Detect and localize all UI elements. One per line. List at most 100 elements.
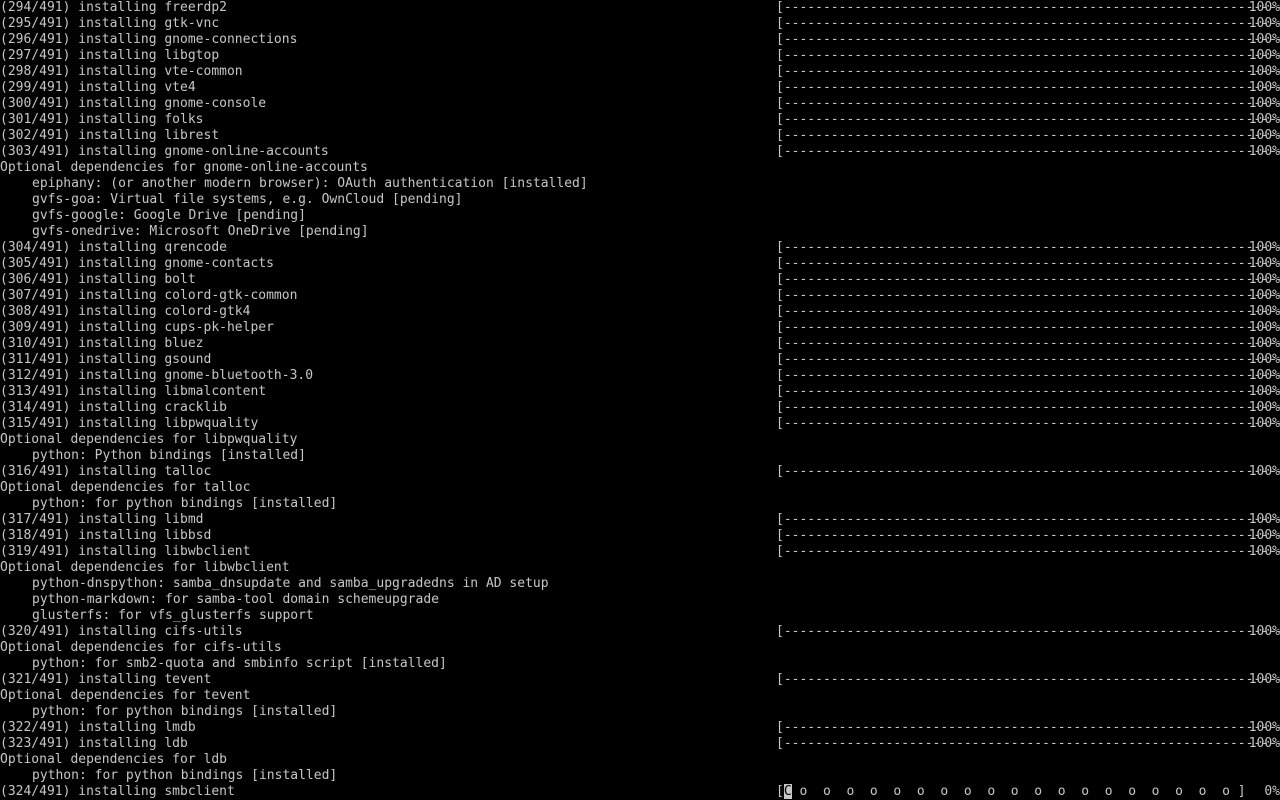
install-line: (308/491) installing colord-gtk4 [-------… xyxy=(0,304,1280,320)
optional-dep-line: gvfs-onedrive: Microsoft OneDrive [pendi… xyxy=(0,224,1280,240)
progress-bar: [---------------------------------------… xyxy=(776,128,1280,143)
optional-dep-line: gvfs-goa: Virtual file systems, e.g. Own… xyxy=(0,192,1280,208)
package-step-text: (311/491) installing gsound xyxy=(0,352,212,367)
progress-percent: 100% xyxy=(1248,144,1280,159)
progress-bar: [---------------------------------------… xyxy=(776,32,1280,47)
progress-percent: 100% xyxy=(1248,512,1280,527)
progress-percent: 100% xyxy=(1248,288,1280,303)
install-line: (297/491) installing libgtop [-----------… xyxy=(0,48,1280,64)
package-step-text: (323/491) installing ldb xyxy=(0,736,188,751)
progress-percent: 100% xyxy=(1248,112,1280,127)
optional-deps-header-text: Optional dependencies for ldb xyxy=(0,752,227,767)
optional-deps-header-text: Optional dependencies for gnome-online-a… xyxy=(0,160,368,175)
progress-bar: [---------------------------------------… xyxy=(776,352,1280,367)
package-step-text: (296/491) installing gnome-connections xyxy=(0,32,298,47)
optional-dep-line: python: for python bindings [installed] xyxy=(0,496,1280,512)
package-step-text: (315/491) installing libpwquality xyxy=(0,416,259,431)
progress-bar: [---------------------------------------… xyxy=(776,544,1280,559)
progress-bar: [---------------------------------------… xyxy=(776,736,1280,751)
progress-percent: 100% xyxy=(1248,64,1280,79)
install-line: (313/491) installing libmalcontent [-----… xyxy=(0,384,1280,400)
progress-percent: 100% xyxy=(1248,304,1280,319)
optional-dep-text: python: for python bindings [installed] xyxy=(32,496,338,511)
progress-percent: 100% xyxy=(1248,48,1280,63)
install-line: (306/491) installing bolt [--------------… xyxy=(0,272,1280,288)
progress-bar: [---------------------------------------… xyxy=(776,336,1280,351)
optional-deps-header: Optional dependencies for cifs-utils xyxy=(0,640,1280,656)
optional-deps-header-text: Optional dependencies for libwbclient xyxy=(0,560,290,575)
progress-percent: 100% xyxy=(1248,672,1280,687)
package-step-text: (297/491) installing libgtop xyxy=(0,48,220,63)
optional-dep-text: python: for python bindings [installed] xyxy=(32,768,338,783)
optional-dep-line: python: for python bindings [installed] xyxy=(0,768,1280,784)
optional-dep-line: python: Python bindings [installed] xyxy=(0,448,1280,464)
terminal-screen[interactable]: (294/491) installing freerdp2 [----------… xyxy=(0,0,1280,800)
pacman-progress-bar: [C o o o o o o o o o o o o o o o o o o o… xyxy=(776,784,1246,800)
package-step-text: (303/491) installing gnome-online-accoun… xyxy=(0,144,329,159)
install-line: (314/491) installing cracklib [----------… xyxy=(0,400,1280,416)
install-line: (295/491) installing gtk-vnc [-----------… xyxy=(0,16,1280,32)
progress-bar: [---------------------------------------… xyxy=(776,320,1280,335)
install-line: (304/491) installing qrencode [----------… xyxy=(0,240,1280,256)
optional-dep-text: python-markdown: for samba-tool domain s… xyxy=(32,592,439,607)
progress-bar: [---------------------------------------… xyxy=(776,64,1280,79)
package-step-text: (318/491) installing libbsd xyxy=(0,528,212,543)
package-step-text: (301/491) installing folks xyxy=(0,112,204,127)
optional-dep-line: glusterfs: for vfs_glusterfs support xyxy=(0,608,1280,624)
progress-bar: [---------------------------------------… xyxy=(776,16,1280,31)
pacman-cursor-icon: C xyxy=(783,784,792,799)
install-line: (299/491) installing vte4 [--------------… xyxy=(0,80,1280,96)
progress-bar: [---------------------------------------… xyxy=(776,384,1280,399)
progress-percent: 100% xyxy=(1248,464,1280,479)
install-line: (311/491) installing gsound [------------… xyxy=(0,352,1280,368)
progress-percent: 100% xyxy=(1248,128,1280,143)
progress-bar: [---------------------------------------… xyxy=(776,288,1280,303)
package-step-text: (313/491) installing libmalcontent xyxy=(0,384,267,399)
progress-percent: 100% xyxy=(1248,240,1280,255)
package-step-text: (302/491) installing librest xyxy=(0,128,220,143)
package-step-text: (308/491) installing colord-gtk4 xyxy=(0,304,251,319)
progress-bar-open-bracket: [ xyxy=(776,784,784,799)
progress-percent: 100% xyxy=(1248,16,1280,31)
optional-deps-header: Optional dependencies for talloc xyxy=(0,480,1280,496)
progress-percent: 100% xyxy=(1248,544,1280,559)
optional-deps-header-text: Optional dependencies for cifs-utils xyxy=(0,640,282,655)
progress-percent: 0% xyxy=(1264,784,1280,799)
install-line: (296/491) installing gnome-connections [-… xyxy=(0,32,1280,48)
progress-bar: [---------------------------------------… xyxy=(776,528,1280,543)
package-step-text: (305/491) installing gnome-contacts xyxy=(0,256,274,271)
progress-bar-dots: o o o o o o o o o o o o o o o o o o o ] xyxy=(791,784,1246,799)
progress-bar: [---------------------------------------… xyxy=(776,240,1280,255)
install-line: (315/491) installing libpwquality [------… xyxy=(0,416,1280,432)
progress-percent: 100% xyxy=(1248,416,1280,431)
progress-bar: [---------------------------------------… xyxy=(776,80,1280,95)
install-line: (319/491) installing libwbclient [-------… xyxy=(0,544,1280,560)
optional-dep-text: python: for smb2-quota and smbinfo scrip… xyxy=(32,656,447,671)
package-step-text: (312/491) installing gnome-bluetooth-3.0 xyxy=(0,368,314,383)
install-line: (303/491) installing gnome-online-accoun… xyxy=(0,144,1280,160)
progress-bar: [---------------------------------------… xyxy=(776,720,1280,735)
package-step-text: (298/491) installing vte-common xyxy=(0,64,243,79)
progress-bar: [---------------------------------------… xyxy=(776,400,1280,415)
package-step-text: (314/491) installing cracklib xyxy=(0,400,227,415)
progress-percent: 100% xyxy=(1248,720,1280,735)
package-step-text: (300/491) installing gnome-console xyxy=(0,96,267,111)
package-step-text: (322/491) installing lmdb xyxy=(0,720,196,735)
package-step-text: (307/491) installing colord-gtk-common xyxy=(0,288,298,303)
install-line: (320/491) installing cifs-utils [--------… xyxy=(0,624,1280,640)
progress-percent: 100% xyxy=(1248,400,1280,415)
optional-deps-header: Optional dependencies for gnome-online-a… xyxy=(0,160,1280,176)
install-line: (321/491) installing tevent [------------… xyxy=(0,672,1280,688)
optional-dep-text: python-dnspython: samba_dnsupdate and sa… xyxy=(32,576,549,591)
progress-percent: 100% xyxy=(1248,80,1280,95)
progress-percent: 100% xyxy=(1248,272,1280,287)
install-line: (302/491) installing librest [-----------… xyxy=(0,128,1280,144)
optional-dep-line: python-markdown: for samba-tool domain s… xyxy=(0,592,1280,608)
progress-bar: [---------------------------------------… xyxy=(776,624,1280,639)
install-line: (323/491) installing ldb [---------------… xyxy=(0,736,1280,752)
package-step-text: (320/491) installing cifs-utils xyxy=(0,624,243,639)
optional-dep-text: python: for python bindings [installed] xyxy=(32,704,338,719)
progress-bar: [---------------------------------------… xyxy=(776,512,1280,527)
progress-percent: 100% xyxy=(1248,368,1280,383)
progress-percent: 100% xyxy=(1248,32,1280,47)
